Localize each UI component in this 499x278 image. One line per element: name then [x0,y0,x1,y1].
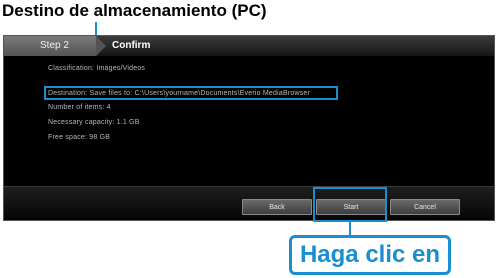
start-highlight-box [313,187,387,222]
destination-highlight-box [44,86,338,100]
click-here-callout: Haga clic en [289,235,451,275]
back-button[interactable]: Back [242,199,312,215]
classification-text: Classification: Images/Videos [48,65,146,72]
cancel-button[interactable]: Cancel [390,199,460,215]
free-space-text: Free space: 98 GB [48,134,111,141]
wizard-window: Step 2 Confirm Classification: Images/Vi… [3,35,495,221]
wizard-button-bar: Back Start Cancel [4,186,494,220]
confirm-content: Classification: Images/Videos Destinatio… [4,56,494,184]
step-arrow-icon [96,36,106,56]
step-indicator: Step 2 [4,36,96,56]
wizard-titlebar: Step 2 Confirm [4,36,494,56]
instruction-figure: Destino de almacenamiento (PC) Step 2 Co… [0,0,499,278]
number-of-items-text: Number of items: 4 [48,104,111,111]
click-callout-connector [349,221,351,235]
necessary-capacity-text: Necessary capacity: 1.1 GB [48,119,140,126]
destination-callout-title: Destino de almacenamiento (PC) [2,1,267,20]
wizard-title: Confirm [112,40,151,51]
